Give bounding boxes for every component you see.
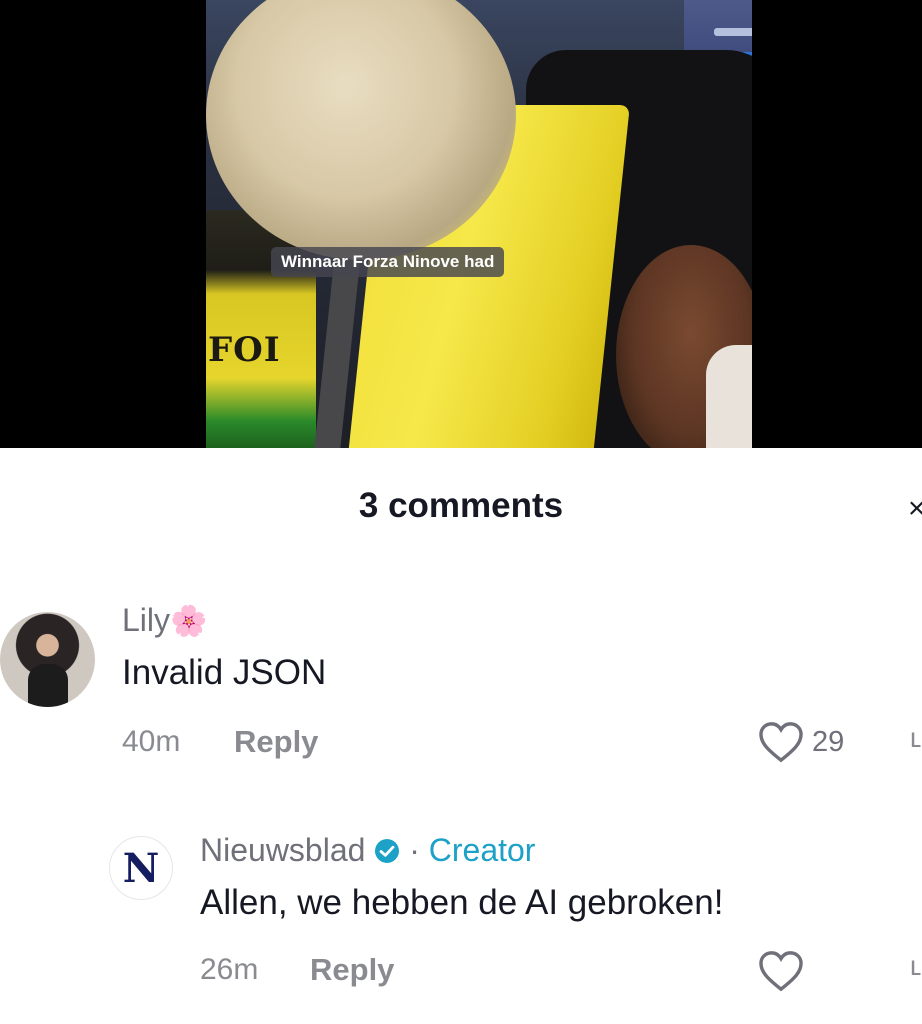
comment-text: Invalid JSON xyxy=(122,653,327,692)
comment-username[interactable]: Lily🌸 xyxy=(122,602,207,639)
shirt-lettering: FOI xyxy=(208,330,281,370)
reply-button[interactable]: Reply xyxy=(234,724,318,760)
comments-count-title: 3 comments xyxy=(358,486,564,525)
flower-emoji: 🌸 xyxy=(170,605,208,638)
comment-time: 26m xyxy=(200,953,259,986)
reply-button[interactable]: Reply xyxy=(310,952,394,988)
heart-outline-icon[interactable] xyxy=(758,950,804,992)
more-icon[interactable]: ʟ xyxy=(910,950,921,982)
close-icon[interactable]: × xyxy=(908,492,922,526)
avatar-nieuwsblad[interactable]: N xyxy=(109,836,173,900)
video-player[interactable]: FOI Winnaar Forza Ninove had xyxy=(0,0,922,448)
creator-label: Creator xyxy=(428,832,536,868)
verified-badge-icon xyxy=(375,839,400,863)
comment-time: 40m xyxy=(122,725,181,758)
like-count: 29 xyxy=(812,726,845,758)
comment-username[interactable]: Nieuwsblad · Creator xyxy=(200,832,535,869)
video-caption: Winnaar Forza Ninove had xyxy=(271,247,505,277)
comment-text: Allen, we hebben de AI gebroken! xyxy=(200,883,724,922)
more-icon[interactable]: ʟ xyxy=(910,722,921,754)
heart-outline-icon[interactable] xyxy=(758,721,804,763)
avatar-lily[interactable] xyxy=(0,612,95,707)
video-frame: FOI xyxy=(206,0,752,448)
